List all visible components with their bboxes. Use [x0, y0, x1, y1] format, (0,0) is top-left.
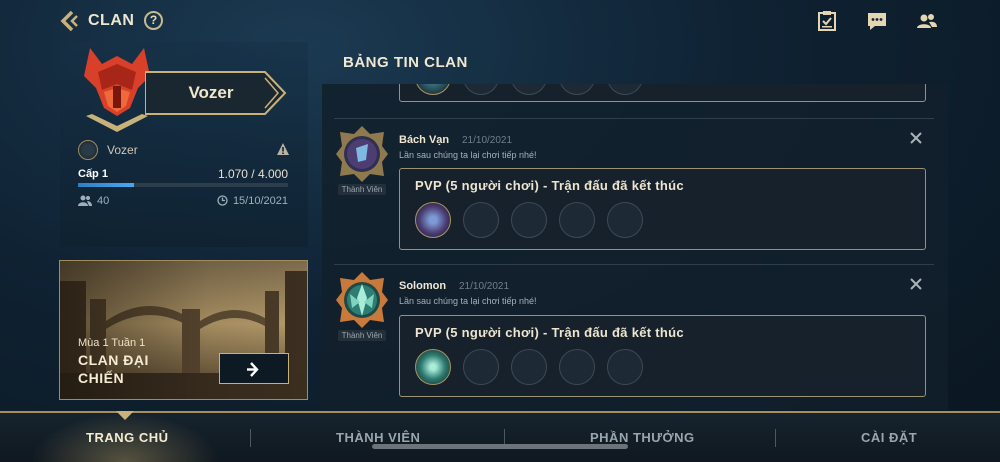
post-message: Lần sau chúng ta lại chơi tiếp nhé! [399, 296, 537, 306]
season-go-button[interactable] [219, 353, 289, 384]
player-slot-empty [559, 349, 595, 385]
post-date: 21/10/2021 [459, 281, 510, 292]
help-icon[interactable]: ? [144, 11, 163, 30]
match-title: PVP (5 người chơi) - Trận đấu đã kết thú… [415, 325, 684, 340]
player-slot-empty [607, 84, 643, 95]
back-chevron-icon[interactable] [58, 10, 80, 32]
home-indicator[interactable] [372, 444, 628, 449]
clan-stats: 40 15/10/2021 [78, 195, 288, 209]
friends-icon[interactable] [916, 10, 938, 32]
season-title-line1: CLAN ĐẠI [78, 352, 149, 368]
role-badge: Thành Viên [338, 330, 386, 341]
rank-frame-icon[interactable] [334, 270, 390, 330]
clan-owner-row: Vozer [78, 140, 290, 162]
match-title: PVP (5 người chơi) - Trận đấu đã kết thú… [415, 178, 684, 193]
clock-icon [217, 195, 228, 206]
player-slot-empty [463, 349, 499, 385]
warning-icon[interactable] [276, 142, 290, 156]
player-slot-filled [415, 84, 451, 95]
clipboard-check-icon[interactable] [816, 10, 838, 32]
player-slot-empty [559, 202, 595, 238]
season-card[interactable]: Mùa 1 Tuần 1 CLAN ĐẠI CHIẾN [59, 260, 308, 400]
people-icon [78, 195, 92, 206]
tab-settings[interactable]: CÀI ĐẶT [861, 430, 917, 445]
post-divider [334, 118, 934, 119]
season-week: Mùa 1 Tuần 1 [78, 337, 146, 349]
chat-icon[interactable] [866, 10, 888, 32]
post-author[interactable]: Solomon [399, 280, 446, 292]
post-message: Lần sau chúng ta lại chơi tiếp nhé! [399, 150, 537, 160]
bottom-nav: TRANG CHỦ THÀNH VIÊN PHẦN THƯỞNG CÀI ĐẶT [0, 411, 1000, 462]
role-badge: Thành Viên [338, 184, 386, 195]
page-title: CLAN [88, 12, 135, 29]
player-slot-empty [463, 202, 499, 238]
owner-name: Vozer [107, 143, 138, 157]
season-title-line2: CHIẾN [78, 370, 125, 386]
xp-progress-fill [78, 183, 135, 187]
member-count-value: 40 [97, 195, 110, 207]
level-label: Cấp 1 [78, 168, 108, 180]
match-card[interactable]: PVP (5 người chơi) - Trận đấu đã kết thú… [399, 315, 926, 397]
player-slot-empty [607, 202, 643, 238]
clan-name-plate: Vozer [145, 70, 287, 116]
post-author[interactable]: Bách Vạn [399, 134, 449, 146]
tab-rewards[interactable]: PHẦN THƯỞNG [590, 430, 695, 445]
created-date: 15/10/2021 [217, 195, 288, 207]
created-date-value: 15/10/2021 [232, 195, 288, 207]
clan-emblem [84, 48, 150, 132]
match-card[interactable]: PVP (5 người chơi) - Trận đấu đã kết thú… [399, 168, 926, 250]
match-card-previous[interactable] [399, 84, 926, 102]
nav-divider [775, 429, 776, 447]
xp-text: 1.070 / 4.000 [217, 167, 288, 181]
player-slot-empty [511, 202, 547, 238]
xp-progress-bar [78, 183, 288, 187]
close-icon[interactable] [909, 131, 923, 145]
feed-title: BẢNG TIN CLAN [343, 54, 468, 71]
tab-members[interactable]: THÀNH VIÊN [336, 430, 420, 445]
player-slot-empty [607, 349, 643, 385]
arrow-right-icon [247, 362, 259, 377]
post-date: 21/10/2021 [462, 135, 513, 146]
clan-feed[interactable]: Thành Viên Bách Vạn 21/10/2021 Lần sau c… [322, 84, 948, 410]
player-slot-empty [463, 84, 499, 95]
player-slot-empty [511, 84, 547, 95]
member-count: 40 [78, 195, 109, 207]
post-divider [334, 264, 934, 265]
close-icon[interactable] [909, 277, 923, 291]
player-slot-filled[interactable] [415, 202, 451, 238]
player-slot-empty [559, 84, 595, 95]
player-slot-filled[interactable] [415, 349, 451, 385]
nav-divider [250, 429, 251, 447]
avatar[interactable] [78, 140, 98, 160]
player-slot-empty [511, 349, 547, 385]
rank-frame-icon[interactable] [334, 124, 390, 184]
active-tab-marker-icon [116, 411, 134, 420]
tab-home[interactable]: TRANG CHỦ [86, 430, 169, 445]
clan-name: Vozer [188, 83, 234, 102]
top-bar: CLAN ? [0, 0, 1000, 42]
